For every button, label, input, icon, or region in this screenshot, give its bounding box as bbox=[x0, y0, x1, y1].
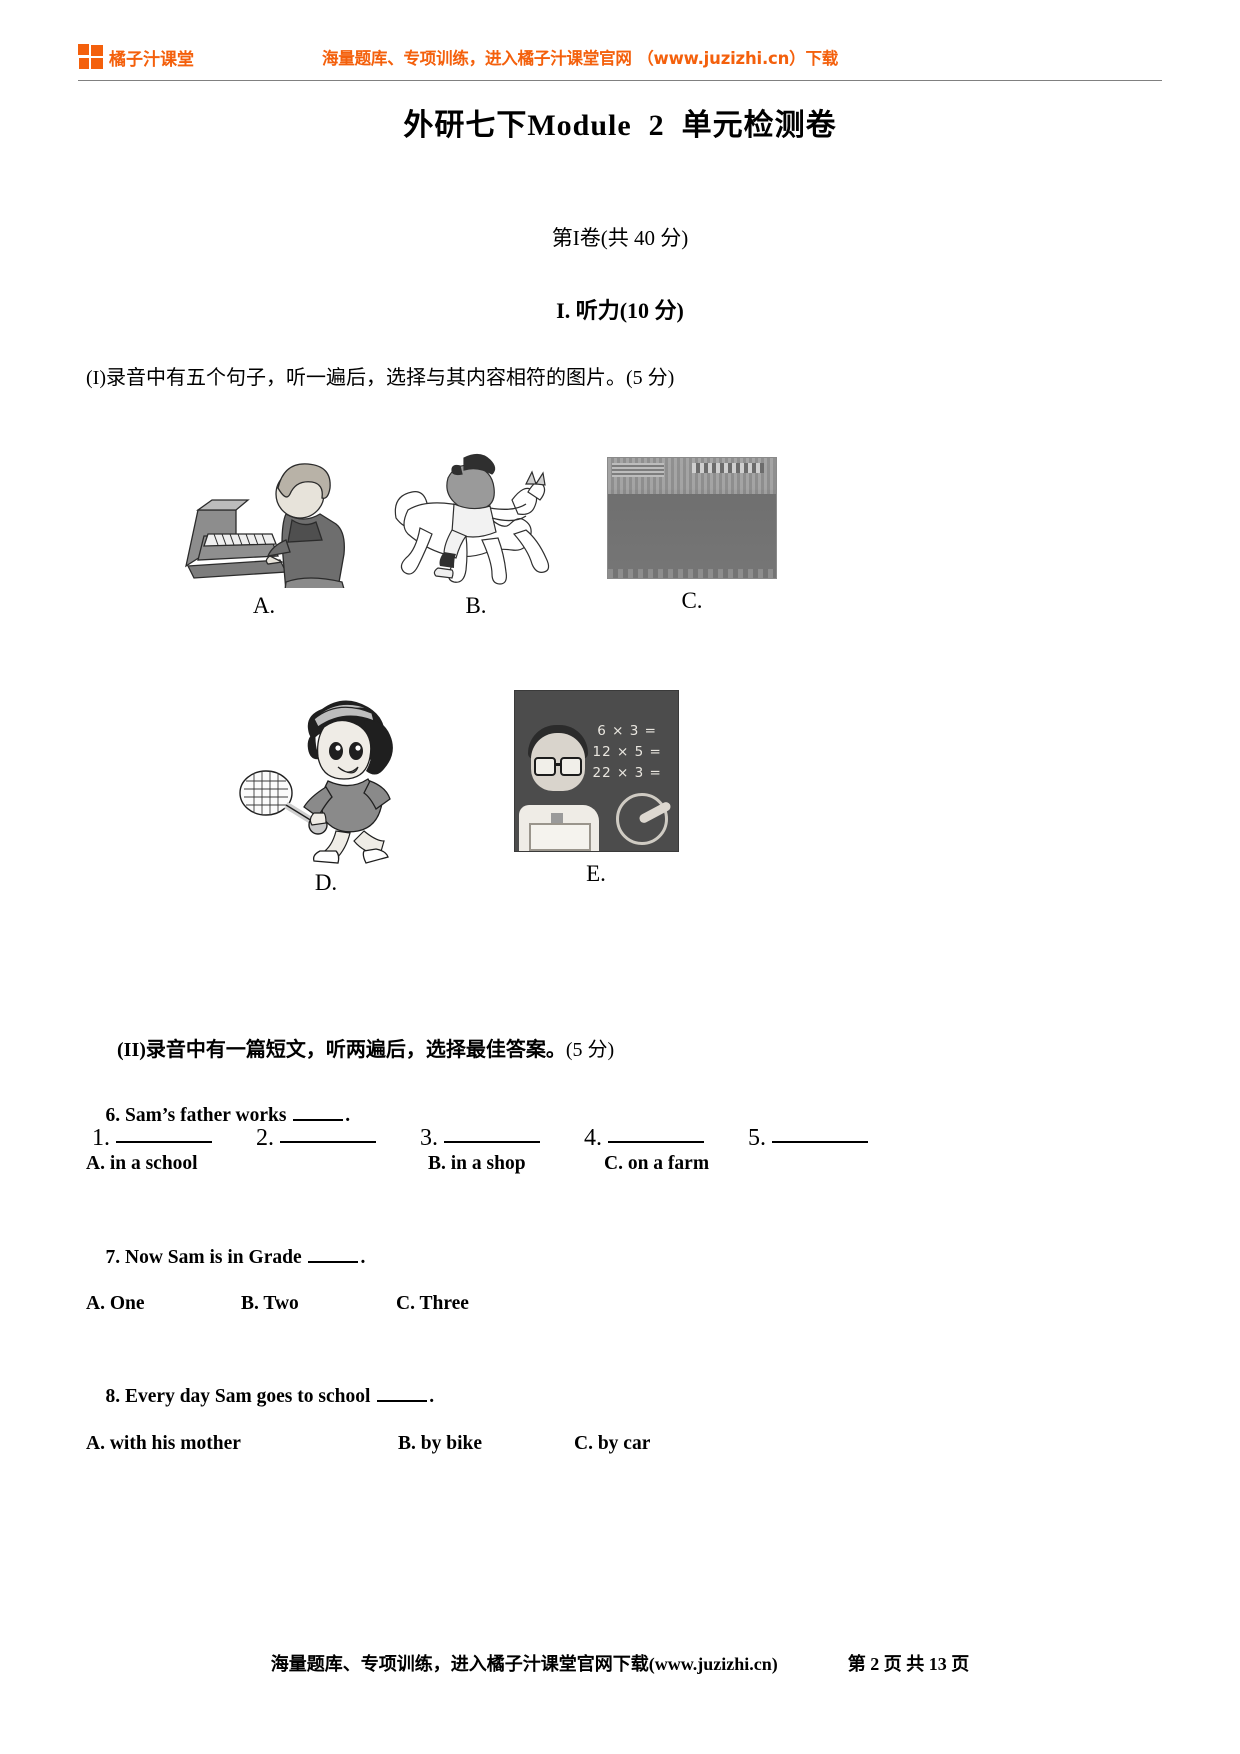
footer-page-number: 第 2 页 共 13 页 bbox=[847, 1654, 970, 1674]
picture-option-a: A. bbox=[174, 448, 354, 617]
question-6-option-a[interactable]: A. in a school bbox=[86, 1153, 428, 1175]
page-footer: 海量题库、专项训练，进入橘子汁课堂官网下载(www.juzizhi.cn) 第 … bbox=[78, 1650, 1162, 1676]
picture-row-top: A. B. C. bbox=[86, 448, 1154, 633]
header-divider bbox=[78, 80, 1162, 81]
four-squares-grid-icon bbox=[78, 44, 104, 70]
question-8-period: . bbox=[429, 1386, 435, 1407]
instruction-part-one: (I)录音中有五个句子，听一遍后，选择与其内容相符的图片。(5 分) bbox=[86, 367, 675, 389]
question-8-blank[interactable] bbox=[377, 1385, 428, 1402]
question-7-text: 7. Now Sam is in Grade bbox=[105, 1247, 307, 1268]
picture-option-c: C. bbox=[602, 457, 782, 612]
question-8-option-b[interactable]: B. by bike bbox=[398, 1433, 574, 1455]
brand-logo: 橘子汁课堂 bbox=[78, 44, 194, 70]
instruction-part-two: (II)录音中有一篇短文，听两遍后，选择最佳答案。(5 分) bbox=[97, 1010, 614, 1085]
question-7-options: A. One B. Two C. Three bbox=[86, 1293, 1146, 1315]
answer-blank-3[interactable]: 3. bbox=[420, 1123, 540, 1152]
listening-section-heading: I. 听力(10 分) bbox=[556, 298, 684, 323]
question-8-text: 8. Every day Sam goes to school bbox=[105, 1386, 376, 1407]
picture-label-e: E. bbox=[586, 861, 606, 886]
picture-option-e: 6 × 3 = 12 × 5 = 22 × 3 = E. bbox=[506, 690, 686, 885]
question-7-option-c[interactable]: C. Three bbox=[396, 1293, 469, 1315]
answer-blank-3-number: 3. bbox=[420, 1125, 438, 1151]
question-7-blank[interactable] bbox=[308, 1246, 359, 1263]
question-7-period: . bbox=[360, 1247, 366, 1268]
picture-label-c: C. bbox=[681, 588, 703, 613]
brand-name: 橘子汁课堂 bbox=[109, 49, 194, 70]
answer-blank-4[interactable]: 4. bbox=[584, 1123, 704, 1152]
question-8-option-c[interactable]: C. by car bbox=[574, 1433, 650, 1455]
girl-playing-piano-illustration bbox=[174, 448, 354, 588]
answer-blank-5-number: 5. bbox=[748, 1125, 766, 1151]
instruction-part-two-main: (II)录音中有一篇短文，听两遍后，选择最佳答案。 bbox=[117, 1039, 566, 1061]
exam-paper-page: 橘子汁课堂 海量题库、专项训练，进入橘子汁课堂官网 （www.juzizhi.c… bbox=[0, 0, 1240, 1754]
picture-label-d: D. bbox=[314, 870, 338, 895]
question-8-option-a[interactable]: A. with his mother bbox=[86, 1433, 398, 1455]
picture-label-a: A. bbox=[252, 593, 276, 618]
girl-playing-tennis-illustration bbox=[226, 685, 426, 865]
picture-row-bottom: D. 6 × 3 = 12 × 5 = 22 × 3 = E. bbox=[86, 685, 1154, 915]
paper-part-heading: 第I卷(共 40 分) bbox=[551, 226, 689, 250]
header-promo-text: 海量题库、专项训练，进入橘子汁课堂官网 （www.juzizhi.cn）下载 bbox=[322, 49, 839, 68]
teacher-at-blackboard-with-maths: 6 × 3 = 12 × 5 = 22 × 3 = bbox=[513, 690, 679, 852]
question-6-text: 6. Sam’s father works bbox=[105, 1105, 292, 1126]
question-7-stem: 7. Now Sam is in Grade . bbox=[86, 1224, 366, 1291]
instruction-part-two-score: (5 分) bbox=[565, 1039, 615, 1061]
question-6-stem: 6. Sam’s father works . bbox=[86, 1082, 351, 1149]
question-8-stem: 8. Every day Sam goes to school . bbox=[86, 1363, 435, 1430]
picture-option-d: D. bbox=[226, 685, 426, 894]
page-header: 橘子汁课堂 海量题库、专项训练，进入橘子汁课堂官网 （www.juzizhi.c… bbox=[78, 36, 1162, 78]
question-6-option-c[interactable]: C. on a farm bbox=[604, 1153, 709, 1175]
rider-on-jumping-horse-illustration bbox=[386, 448, 566, 588]
question-6-blank[interactable] bbox=[293, 1104, 344, 1121]
question-7-option-b[interactable]: B. Two bbox=[241, 1293, 396, 1315]
question-6-period: . bbox=[345, 1105, 351, 1126]
question-8-options: A. with his mother B. by bike C. by car bbox=[86, 1433, 1146, 1455]
football-team-group-photo bbox=[607, 457, 777, 579]
picture-option-b: B. bbox=[386, 448, 566, 617]
page-title: 外研七下Module 2 单元检测卷 bbox=[403, 109, 837, 142]
footer-note: 海量题库、专项训练，进入橘子汁课堂官网下载(www.juzizhi.cn) bbox=[270, 1654, 778, 1674]
blackboard-equations: 6 × 3 = 12 × 5 = 22 × 3 = bbox=[592, 723, 662, 781]
question-6-option-b[interactable]: B. in a shop bbox=[428, 1153, 604, 1175]
answer-blank-5[interactable]: 5. bbox=[748, 1123, 868, 1152]
answer-blank-4-number: 4. bbox=[584, 1125, 602, 1151]
question-6-options: A. in a school B. in a shop C. on a farm bbox=[86, 1153, 1146, 1175]
picture-label-b: B. bbox=[465, 593, 487, 618]
question-7-option-a[interactable]: A. One bbox=[86, 1293, 241, 1315]
